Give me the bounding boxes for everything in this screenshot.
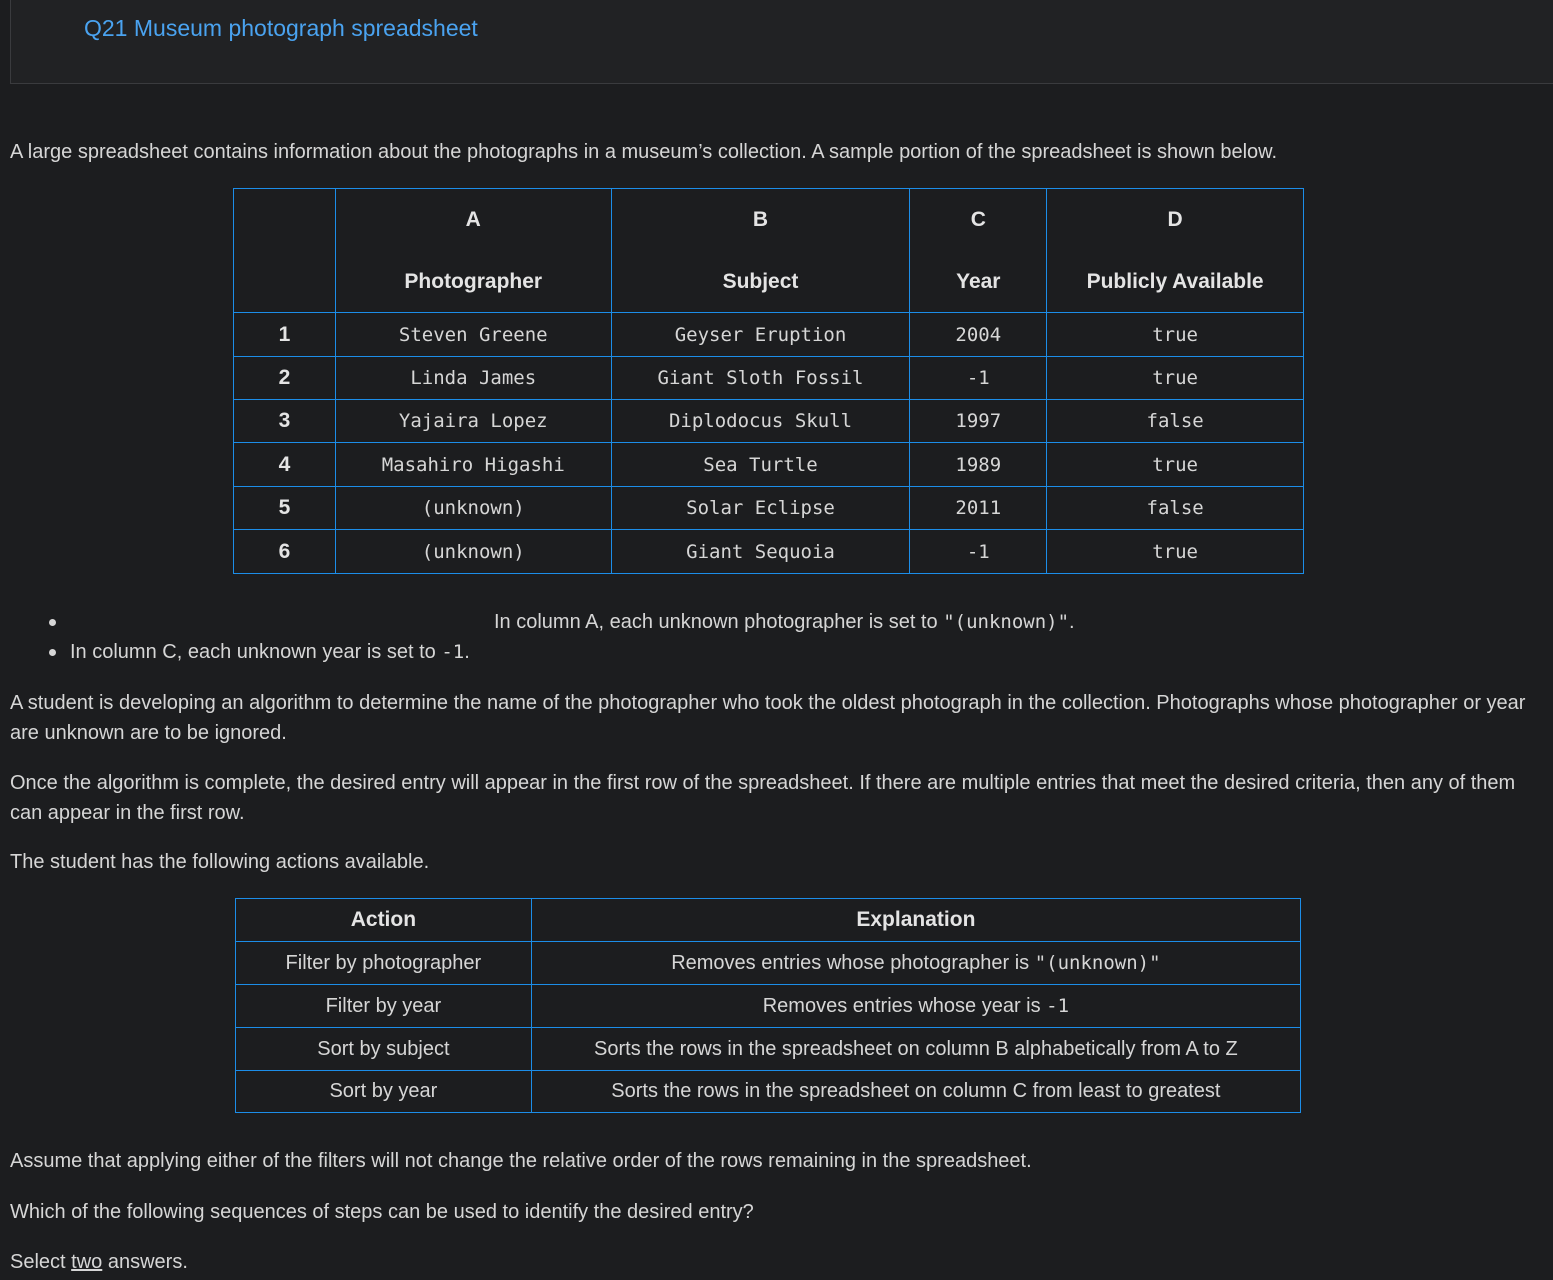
available-cell: false (1046, 486, 1304, 530)
table-row: 5 (unknown) Solar Eclipse 2011 false (233, 486, 1304, 530)
row-number: 4 (233, 442, 336, 487)
row-number: 6 (233, 529, 336, 574)
subject-cell: Solar Eclipse (610, 486, 911, 530)
question-title[interactable]: Q21 Museum photograph spreadsheet (84, 15, 478, 42)
explanation-cell: Removes entries whose photographer is "(… (530, 941, 1302, 985)
year-cell: 2011 (909, 486, 1048, 530)
photographer-cell: Masahiro Higashi (334, 442, 612, 487)
available-cell: true (1046, 442, 1304, 487)
paragraph-criteria: Once the algorithm is complete, the desi… (10, 772, 1516, 824)
col-a-header: A Photographer (334, 188, 612, 313)
photographer-cell: Steven Greene (334, 312, 612, 357)
actions-header-row: Action Explanation (235, 898, 1302, 942)
spreadsheet-table: A Photographer B Subject C Year D Publicly A… (233, 188, 1304, 574)
table-row: 1 Steven Greene Geyser Eruption 2004 tru… (233, 312, 1304, 357)
explanation-cell: Sorts the rows in the spreadsheet on col… (530, 1027, 1302, 1071)
photographer-cell: Linda James (334, 356, 612, 400)
available-cell: true (1046, 529, 1304, 574)
subject-cell: Diplodocus Skull (610, 399, 911, 443)
table-row: Sort by subject Sorts the rows in the sp… (235, 1027, 1302, 1071)
year-cell: 1997 (909, 399, 1048, 443)
explanation-cell: Removes entries whose year is -1 (530, 984, 1302, 1028)
actions-table: Action Explanation Filter by photographe… (235, 898, 1302, 1113)
table-row: 4 Masahiro Higashi Sea Turtle 1989 true (233, 442, 1304, 487)
paragraph-question: Which of the following sequences of step… (10, 1201, 754, 1223)
table-row: 2 Linda James Giant Sloth Fossil -1 true (233, 356, 1304, 400)
corner-cell (233, 188, 336, 313)
available-cell: true (1046, 356, 1304, 400)
year-cell: 2004 (909, 312, 1048, 357)
table-row: Filter by year Removes entries whose yea… (235, 984, 1302, 1028)
explanation-header: Explanation (530, 898, 1302, 942)
note-unknown-year: In column C, each unknown year is set to… (70, 641, 470, 663)
photographer-cell: Yajaira Lopez (334, 399, 612, 443)
row-number: 1 (233, 312, 336, 357)
action-cell: Filter by year (235, 984, 532, 1028)
bullet-marker (49, 619, 56, 626)
table-row: Sort by year Sorts the rows in the sprea… (235, 1070, 1302, 1113)
row-number: 2 (233, 356, 336, 400)
subject-cell: Giant Sequoia (610, 529, 911, 574)
photographer-cell: (unknown) (334, 529, 612, 574)
photographer-cell: (unknown) (334, 486, 612, 530)
paragraph-assume: Assume that applying either of the filte… (10, 1150, 1032, 1172)
bullet-marker (49, 649, 56, 656)
subject-cell: Giant Sloth Fossil (610, 356, 911, 400)
table-row: 3 Yajaira Lopez Diplodocus Skull 1997 fa… (233, 399, 1304, 443)
select-instruction: Select two answers. (10, 1251, 188, 1273)
col-b-header: B Subject (610, 188, 911, 313)
action-cell: Sort by year (235, 1070, 532, 1113)
paragraph-actions-intro: The student has the following actions av… (10, 851, 430, 873)
subject-cell: Sea Turtle (610, 442, 911, 487)
row-number: 3 (233, 399, 336, 443)
table-row: Filter by photographer Removes entries w… (235, 941, 1302, 985)
year-cell: -1 (909, 529, 1048, 574)
subject-cell: Geyser Eruption (610, 312, 911, 357)
action-header: Action (235, 898, 532, 942)
question-header: Q21 Museum photograph spreadsheet (10, 0, 1553, 84)
col-c-header: C Year (909, 188, 1048, 313)
row-number: 5 (233, 486, 336, 530)
header-row: A Photographer B Subject C Year D Publicly A… (233, 188, 1304, 313)
explanation-cell: Sorts the rows in the spreadsheet on col… (530, 1070, 1302, 1113)
paragraph-algorithm: A student is developing an algorithm to … (10, 692, 1526, 744)
note-unknown-photographer: In column A, each unknown photographer i… (494, 611, 1075, 633)
intro-text: A large spreadsheet contains information… (10, 141, 1278, 163)
col-d-header: D Publicly Available (1046, 188, 1304, 313)
available-cell: false (1046, 399, 1304, 443)
year-cell: -1 (909, 356, 1048, 400)
action-cell: Filter by photographer (235, 941, 532, 985)
available-cell: true (1046, 312, 1304, 357)
year-cell: 1989 (909, 442, 1048, 487)
action-cell: Sort by subject (235, 1027, 532, 1071)
table-row: 6 (unknown) Giant Sequoia -1 true (233, 529, 1304, 574)
